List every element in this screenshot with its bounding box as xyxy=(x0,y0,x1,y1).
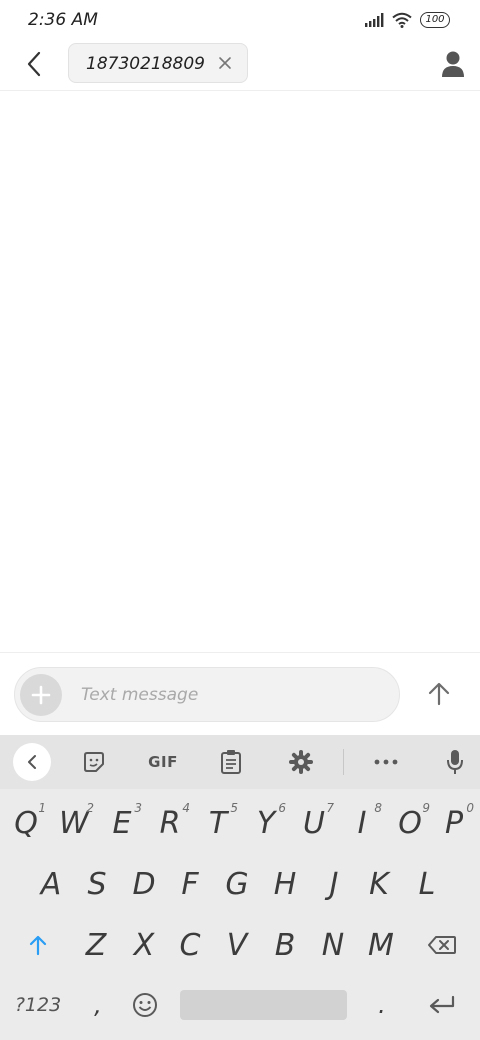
sticker-button[interactable] xyxy=(76,744,112,780)
collapse-toolbar-button[interactable] xyxy=(13,743,51,781)
back-button[interactable] xyxy=(20,50,48,78)
keyboard-toolbar: GIF xyxy=(0,735,480,789)
plus-icon xyxy=(31,685,51,705)
key-y[interactable]: Y6 xyxy=(244,797,288,849)
toolbar-divider xyxy=(343,749,344,775)
period-key[interactable]: . xyxy=(360,979,404,1031)
back-arrow-icon xyxy=(27,51,41,77)
message-input[interactable] xyxy=(81,677,381,713)
enter-icon xyxy=(429,995,455,1014)
send-arrow-icon xyxy=(428,682,450,706)
key-n[interactable]: N xyxy=(310,919,356,971)
sticker-icon xyxy=(84,752,104,772)
comma-key[interactable]: , xyxy=(76,979,120,1031)
key-m[interactable]: M xyxy=(357,919,405,971)
key-a[interactable]: A xyxy=(29,858,73,910)
key-i[interactable]: I8 xyxy=(340,797,384,849)
key-v[interactable]: V xyxy=(214,919,260,971)
send-button[interactable] xyxy=(420,675,458,713)
recipient-number: 18730218809 xyxy=(86,54,205,74)
key-p[interactable]: P0 xyxy=(432,797,476,849)
signal-icon xyxy=(365,13,384,27)
more-icon xyxy=(374,759,398,765)
keyboard: GIF Q 1 W 2 E 3 R 4 T 5 Y 6 U 7 I 8 O 9 … xyxy=(0,735,480,1040)
key-k[interactable]: K xyxy=(357,858,401,910)
key-u[interactable]: U7 xyxy=(292,797,336,849)
key-q[interactable]: Q1 xyxy=(4,797,48,849)
backspace-icon xyxy=(428,936,456,954)
compose-divider xyxy=(0,652,480,653)
key-s[interactable]: S xyxy=(75,858,119,910)
status-bar: 2:36 AM 100 xyxy=(0,0,480,42)
chevron-left-icon xyxy=(28,755,36,769)
key-l[interactable]: L xyxy=(405,858,449,910)
key-b[interactable]: B xyxy=(262,919,308,971)
clipboard-icon xyxy=(221,750,241,774)
contact-icon[interactable] xyxy=(440,50,466,78)
status-icons: 100 xyxy=(364,12,450,28)
recipient-chip[interactable]: 18730218809 xyxy=(68,43,248,83)
key-z[interactable]: Z xyxy=(73,919,119,971)
settings-button[interactable] xyxy=(283,744,319,780)
more-button[interactable] xyxy=(368,744,404,780)
voice-input-button[interactable] xyxy=(437,744,473,780)
gif-button[interactable]: GIF xyxy=(142,744,184,780)
key-h[interactable]: H xyxy=(263,858,307,910)
shift-key[interactable] xyxy=(14,919,62,971)
message-list xyxy=(0,92,480,652)
key-r[interactable]: R4 xyxy=(148,797,192,849)
close-icon[interactable] xyxy=(217,55,233,71)
key-t[interactable]: T5 xyxy=(196,797,240,849)
microphone-icon xyxy=(447,750,463,774)
key-x[interactable]: X xyxy=(121,919,167,971)
conversation-header: 18730218809 xyxy=(0,42,480,91)
space-bar[interactable] xyxy=(180,990,347,1020)
backspace-key[interactable] xyxy=(418,919,466,971)
key-f[interactable]: F xyxy=(168,858,212,910)
gear-icon xyxy=(289,750,313,774)
wifi-icon xyxy=(392,12,412,28)
battery-icon: 100 xyxy=(420,12,450,28)
key-d[interactable]: D xyxy=(122,858,166,910)
symbols-key[interactable]: ?123 xyxy=(6,979,70,1031)
key-w[interactable]: W2 xyxy=(52,797,96,849)
status-time: 2:36 AM xyxy=(28,10,98,30)
key-c[interactable]: C xyxy=(167,919,213,971)
key-o[interactable]: O9 xyxy=(388,797,432,849)
emoji-icon xyxy=(133,993,157,1017)
clipboard-button[interactable] xyxy=(213,744,249,780)
shift-arrow-icon xyxy=(29,935,47,956)
key-g[interactable]: G xyxy=(215,858,259,910)
emoji-key[interactable] xyxy=(122,979,168,1031)
compose-box xyxy=(14,667,400,722)
key-j[interactable]: J xyxy=(312,858,356,910)
key-e[interactable]: E3 xyxy=(100,797,144,849)
attach-button[interactable] xyxy=(20,674,62,716)
enter-key[interactable] xyxy=(418,979,466,1031)
